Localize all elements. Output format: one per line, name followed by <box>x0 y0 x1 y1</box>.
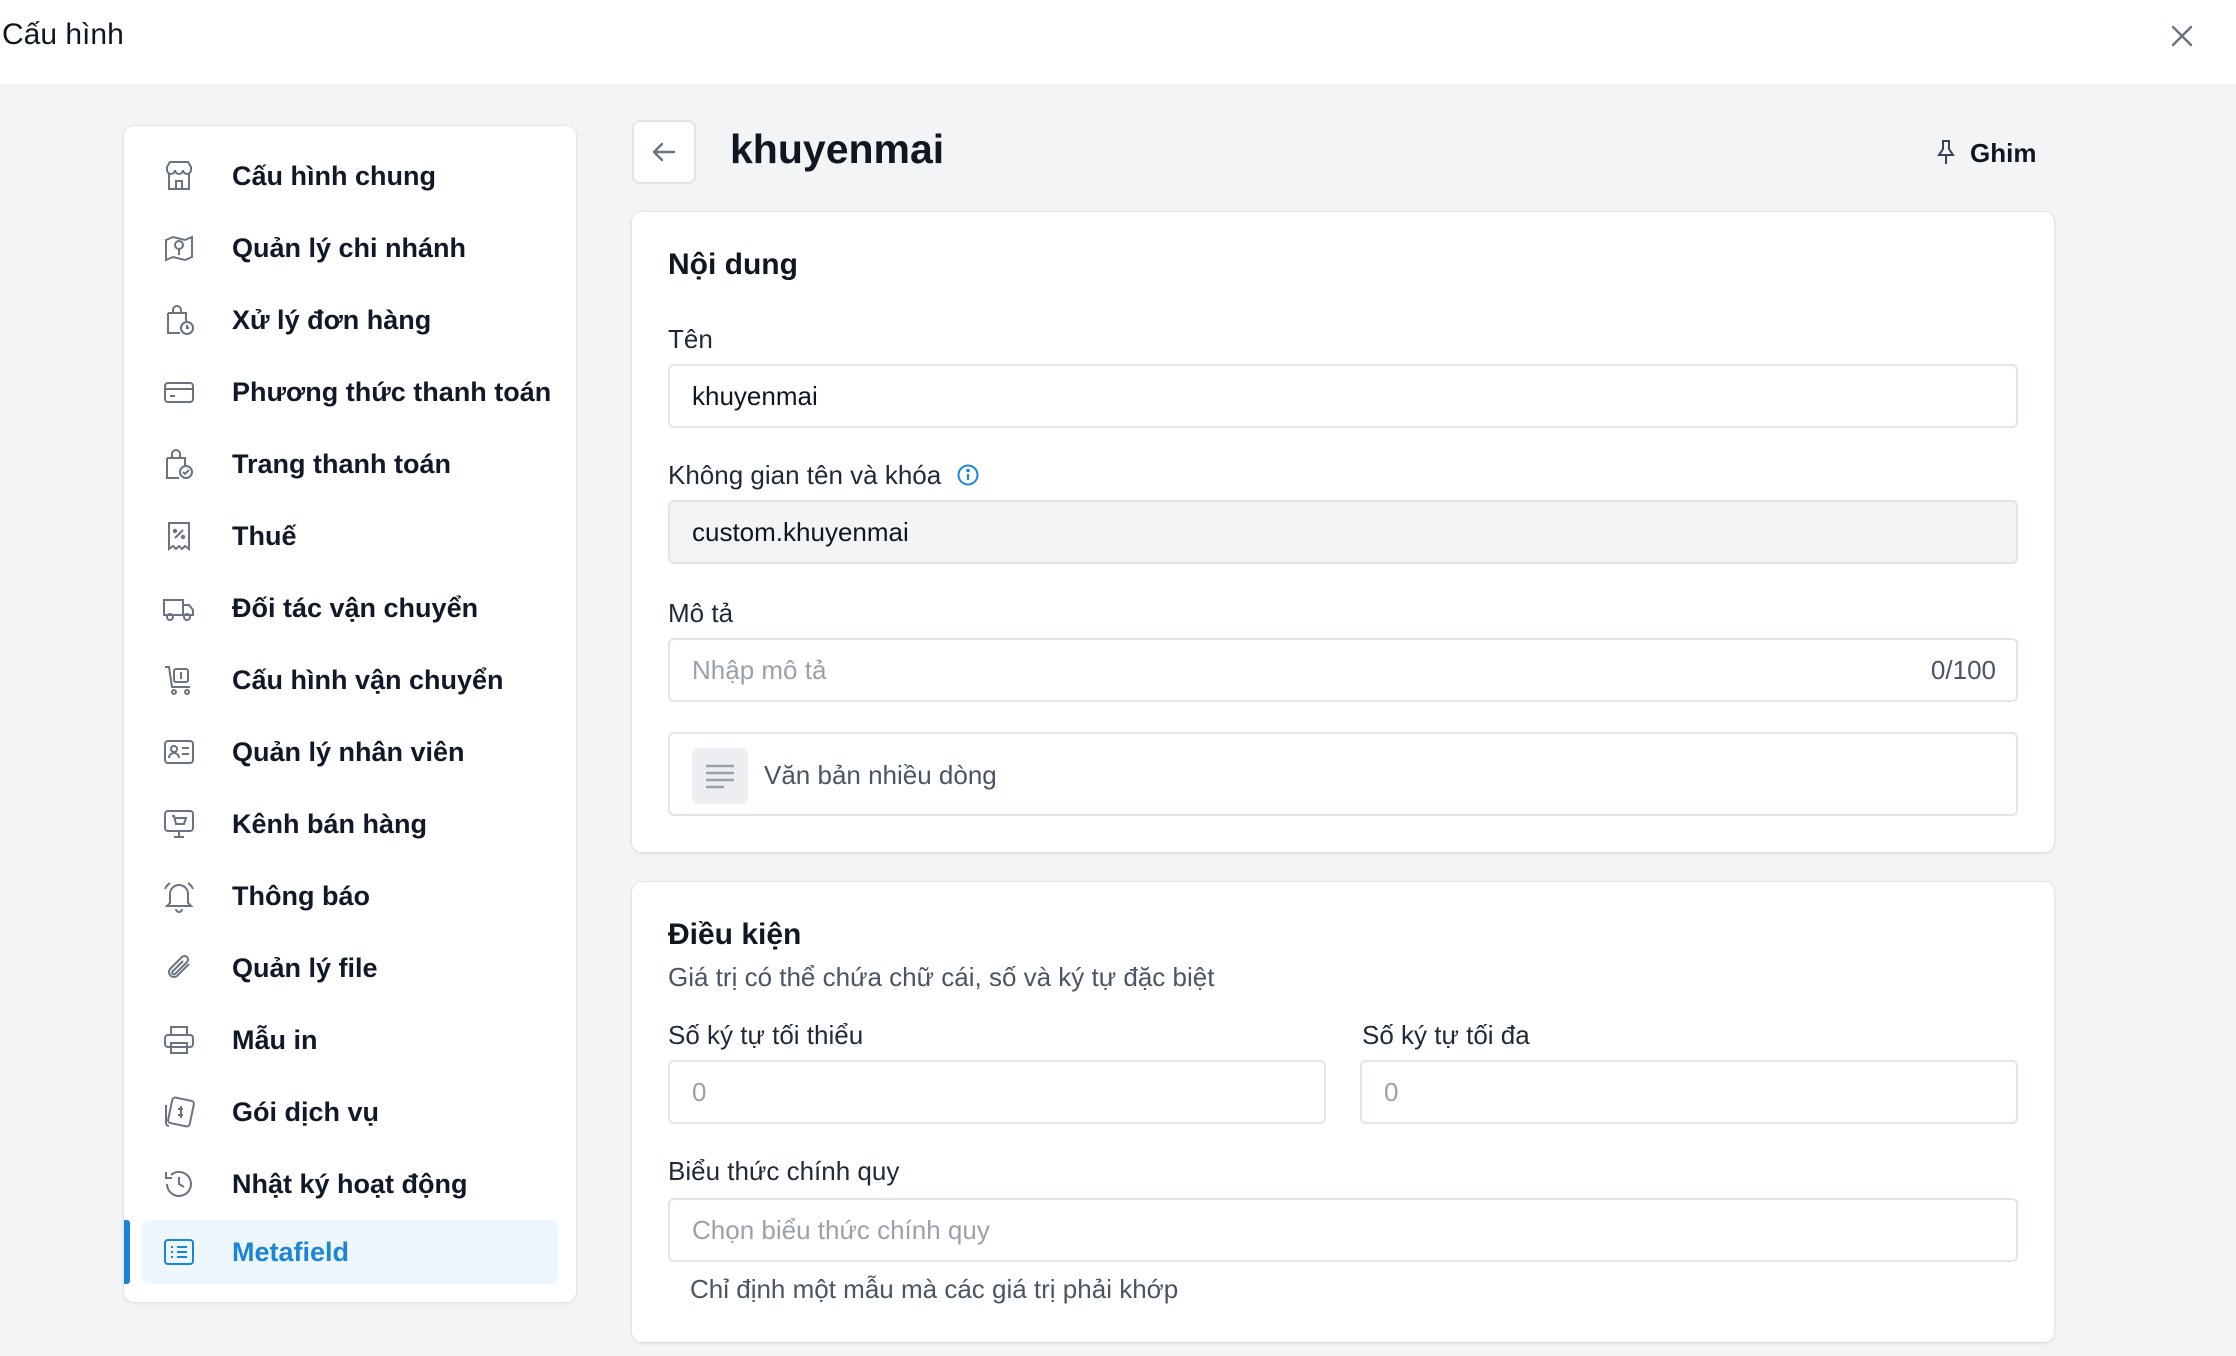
sidebar-item-label: Nhật ký hoạt động <box>232 1169 468 1199</box>
sidebar-item-label: Metafield <box>232 1237 350 1267</box>
settings-sidebar: Cấu hình chung Quản lý chi nhánh Xử lý đ… <box>124 126 576 1302</box>
regex-placeholder: Chọn biểu thức chính quy <box>692 1215 990 1245</box>
min-length-placeholder: 0 <box>692 1077 707 1107</box>
max-length-label: Số ký tự tối đa <box>1362 1020 1530 1050</box>
regex-hint: Chỉ định một mẫu mà các giá trị phải khớ… <box>690 1274 1179 1304</box>
credit-card-icon <box>164 382 194 403</box>
sidebar-item-label: Trang thanh toán <box>232 449 451 479</box>
min-length-input[interactable]: 0 <box>668 1060 1326 1124</box>
sidebar-item-label: Xử lý đơn hàng <box>232 305 432 335</box>
sidebar-item-label: Mẫu in <box>232 1025 318 1055</box>
sidebar-item-orders[interactable]: Xử lý đơn hàng <box>142 288 558 352</box>
store-icon <box>166 161 192 190</box>
sidebar-item-files[interactable]: Quản lý file <box>142 936 558 1000</box>
sidebar-item-shipping-config[interactable]: Cấu hình vận chuyển <box>142 648 558 712</box>
name-input[interactable]: khuyenmai <box>668 364 2018 428</box>
conditions-card-title: Điều kiện <box>668 918 802 951</box>
pin-icon <box>1937 140 1955 164</box>
content-card-title: Nội dung <box>668 248 798 281</box>
arrow-left-icon <box>652 142 676 162</box>
cart-dollar-icon <box>165 666 190 695</box>
truck-icon <box>163 599 194 621</box>
id-card-icon <box>164 740 194 764</box>
namespace-label-text: Không gian tên và khóa <box>668 460 942 490</box>
content-card: Nội dung Tên khuyenmai Không gian tên và… <box>632 212 2054 852</box>
multiline-text-icon <box>692 748 748 804</box>
sidebar-item-service-plans[interactable]: Gói dịch vụ <box>142 1080 558 1144</box>
receipt-percent-icon <box>168 522 190 551</box>
map-pin-icon <box>165 235 193 262</box>
money-note-icon <box>165 1096 195 1128</box>
sidebar-item-branches[interactable]: Quản lý chi nhánh <box>142 216 558 280</box>
sidebar-item-label: Cấu hình chung <box>232 161 436 191</box>
sidebar-item-activity-log[interactable]: Nhật ký hoạt động <box>142 1152 558 1216</box>
sidebar-item-tax[interactable]: Thuế <box>142 504 558 568</box>
sidebar-item-payment-methods[interactable]: Phương thức thanh toán <box>142 360 558 424</box>
conditions-subtitle: Giá trị có thể chứa chữ cái, số và ký tự… <box>668 962 1215 992</box>
sidebar-item-label: Đối tác vận chuyển <box>232 593 479 623</box>
sidebar-item-label: Cấu hình vận chuyển <box>232 665 504 695</box>
info-icon[interactable] <box>956 463 980 487</box>
sidebar-item-label: Quản lý file <box>232 953 378 983</box>
sidebar-item-checkout[interactable]: Trang thanh toán <box>142 432 558 496</box>
close-icon[interactable] <box>2164 18 2200 54</box>
sidebar-item-notifications[interactable]: Thông báo <box>142 864 558 928</box>
page-title: khuyenmai <box>730 126 945 172</box>
sidebar-item-staff[interactable]: Quản lý nhân viên <box>142 720 558 784</box>
paperclip-icon <box>168 954 190 978</box>
bell-icon <box>164 882 194 913</box>
description-counter: 0/100 <box>1930 655 1996 685</box>
regex-select[interactable]: Chọn biểu thức chính quy <box>668 1198 2018 1262</box>
type-selector[interactable]: Văn bản nhiều dòng <box>668 732 2018 816</box>
namespace-input: custom.khuyenmai <box>668 500 2018 564</box>
sidebar-item-label: Thông báo <box>232 881 370 911</box>
type-label: Văn bản nhiều dòng <box>764 760 997 790</box>
sidebar-item-label: Quản lý nhân viên <box>232 737 465 767</box>
bag-clock-icon <box>167 305 194 335</box>
active-indicator <box>124 1220 130 1284</box>
max-length-placeholder: 0 <box>1384 1077 1399 1107</box>
name-value: khuyenmai <box>692 381 818 411</box>
history-icon <box>165 1170 192 1197</box>
description-placeholder: Nhập mô tả <box>692 655 827 685</box>
description-input[interactable]: Nhập mô tả 0/100 <box>668 638 2018 702</box>
conditions-card: Điều kiện Giá trị có thể chứa chữ cái, s… <box>632 882 2054 1342</box>
namespace-value: custom.khuyenmai <box>692 517 909 547</box>
sidebar-item-label: Quản lý chi nhánh <box>232 233 467 263</box>
name-label: Tên <box>668 324 713 354</box>
list-card-icon <box>164 1239 194 1265</box>
sidebar-item-print-templates[interactable]: Mẫu in <box>142 1008 558 1072</box>
monitor-cart-icon <box>164 810 194 838</box>
printer-icon <box>164 1026 194 1054</box>
namespace-label: Không gian tên và khóa <box>668 460 980 491</box>
regex-label: Biểu thức chính quy <box>668 1156 900 1186</box>
window-header: Cấu hình <box>0 0 2236 84</box>
sidebar-item-sales-channels[interactable]: Kênh bán hàng <box>142 792 558 856</box>
sidebar-item-label: Thuế <box>232 521 297 551</box>
back-button[interactable] <box>632 120 696 184</box>
sidebar-item-metafield[interactable]: Metafield <box>142 1220 558 1284</box>
sidebar-item-general[interactable]: Cấu hình chung <box>142 144 558 208</box>
sidebar-item-label: Phương thức thanh toán <box>232 377 552 407</box>
description-label: Mô tả <box>668 598 734 628</box>
pin-button[interactable]: Ghim <box>1920 130 2040 174</box>
window-title: Cấu hình <box>2 18 124 51</box>
max-length-input[interactable]: 0 <box>1360 1060 2018 1124</box>
sidebar-item-label: Kênh bán hàng <box>232 809 427 839</box>
pin-label: Ghim <box>1970 138 2037 168</box>
bag-check-icon <box>166 449 193 479</box>
sidebar-item-label: Gói dịch vụ <box>232 1097 380 1127</box>
sidebar-item-shipping-partners[interactable]: Đối tác vận chuyển <box>142 576 558 640</box>
min-length-label: Số ký tự tối thiểu <box>668 1020 864 1050</box>
